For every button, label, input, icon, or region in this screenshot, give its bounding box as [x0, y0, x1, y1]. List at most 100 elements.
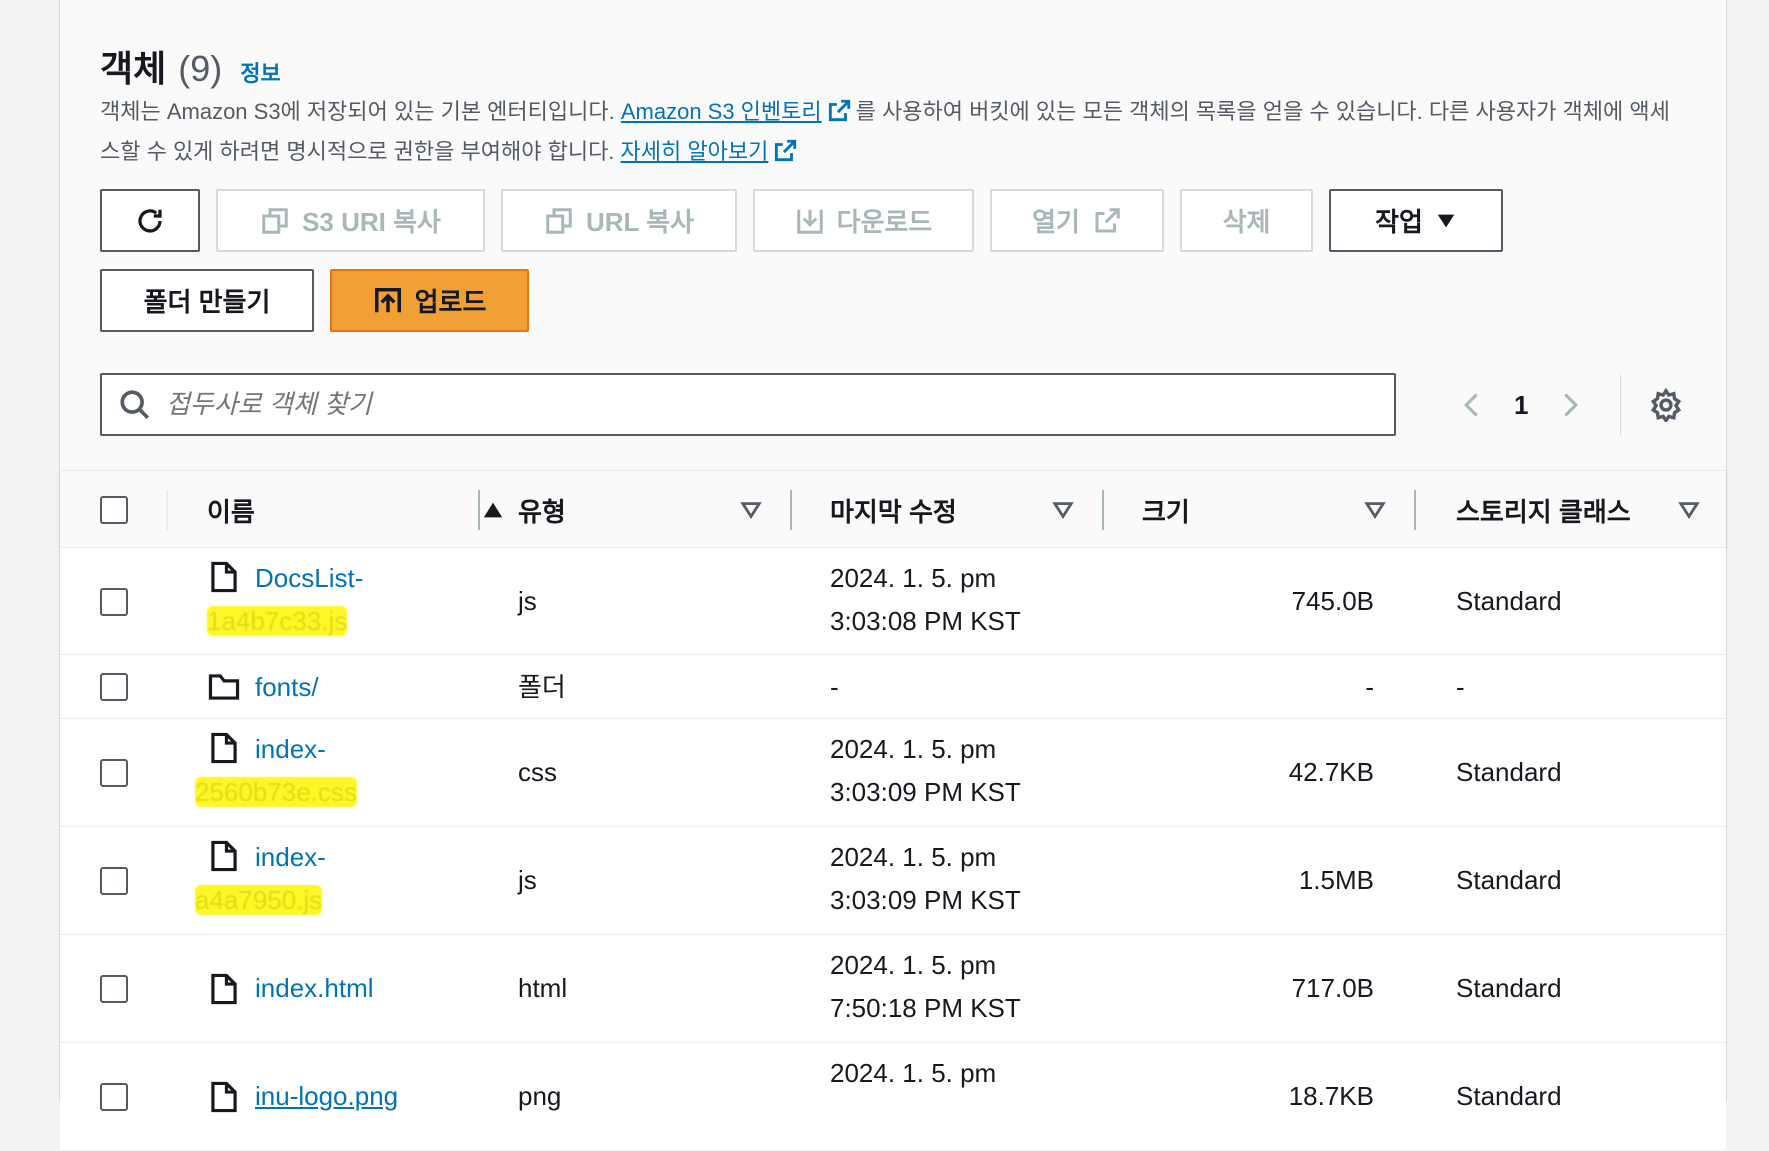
download-button[interactable]: 다운로드 [753, 189, 974, 252]
actions-label: 작업 [1375, 207, 1423, 237]
column-type-label: 유형 [518, 496, 566, 527]
refresh-button[interactable] [100, 189, 200, 252]
object-name-link[interactable]: index- [255, 727, 326, 771]
upload-button[interactable]: 업로드 [330, 269, 529, 332]
row-checkbox[interactable] [100, 975, 128, 1003]
actions-dropdown[interactable]: 작업 [1329, 189, 1503, 252]
modified-date: 2024. 1. 5. pm [830, 950, 997, 980]
file-icon [211, 561, 237, 593]
sort-icon [740, 502, 762, 519]
row-checkbox[interactable] [100, 588, 128, 616]
open-label: 열기 [1032, 207, 1080, 237]
row-checkbox[interactable] [100, 759, 128, 787]
search-input[interactable] [166, 389, 1366, 420]
table-row[interactable]: index- 2560b73e.css css 2024. 1. 5. pm 3… [60, 719, 1726, 827]
object-type: 폴더 [518, 672, 566, 702]
object-type: js [518, 586, 537, 616]
sort-icon [1052, 502, 1074, 519]
object-size: 1.5MB [1298, 865, 1374, 895]
modified-time: 3:03:08 PM KST [830, 606, 1021, 636]
page-title: 객체 [100, 48, 167, 89]
column-storage-class[interactable]: 스토리지 클래스 [1456, 471, 1728, 549]
info-link[interactable]: 정보 [240, 56, 280, 88]
sort-ascending-icon [483, 502, 503, 518]
search-icon [120, 389, 150, 419]
modified-time: 7:50:18 PM KST [830, 993, 1021, 1023]
column-size[interactable]: 크기 [1142, 471, 1414, 549]
table-header: 이름 유형 마지막 수정 크기 스토리지 클래스 [60, 470, 1726, 548]
object-size: 42.7KB [1288, 757, 1374, 787]
file-icon [211, 840, 237, 872]
object-size: 745.0B [1291, 586, 1374, 616]
copy-s3-uri-button[interactable]: S3 URI 복사 [216, 189, 485, 252]
copy-icon [546, 207, 572, 234]
row-checkbox[interactable] [100, 673, 128, 701]
download-icon [796, 209, 823, 234]
column-name-label: 이름 [207, 496, 255, 527]
object-name-line1: index- [255, 734, 326, 764]
table-row[interactable]: index- a4a7950.js js 2024. 1. 5. pm 3:03… [60, 827, 1726, 935]
row-checkbox[interactable] [100, 1083, 128, 1111]
object-size: 18.7KB [1288, 1081, 1374, 1111]
table-row[interactable]: fonts/ 폴더 - - - [60, 655, 1726, 719]
sort-icon [1678, 502, 1700, 519]
object-size: - [1365, 672, 1374, 702]
folder-icon [208, 674, 240, 700]
column-modified[interactable]: 마지막 수정 [830, 471, 1102, 549]
learn-more-link[interactable]: 자세히 알아보기 [621, 139, 803, 164]
table-row[interactable]: inu-logo.png png 2024. 1. 5. pm 18.7KB S… [60, 1043, 1726, 1151]
external-link-icon [775, 139, 797, 162]
delete-label: 삭제 [1222, 207, 1271, 237]
storage-class: Standard [1456, 586, 1562, 616]
storage-class: Standard [1456, 973, 1562, 1003]
object-name-link-line2[interactable]: 1a4b7c33.js [207, 599, 348, 643]
delete-button[interactable]: 삭제 [1180, 189, 1313, 252]
modified-date: 2024. 1. 5. pm [830, 842, 997, 872]
column-separator [166, 490, 168, 530]
object-name-line1: DocsList- [255, 563, 364, 593]
object-name-link-line2[interactable]: 2560b73e.css [195, 770, 357, 814]
row-checkbox[interactable] [100, 867, 128, 895]
redacted-filename: 2560b73e.css [195, 777, 357, 807]
object-count: (9) [178, 48, 223, 89]
column-separator [478, 490, 480, 530]
object-name-line1: index- [255, 842, 326, 872]
page-number[interactable]: 1 [1514, 390, 1528, 421]
modified-date: 2024. 1. 5. pm [830, 1058, 997, 1088]
select-all-checkbox[interactable] [100, 496, 128, 524]
gear-icon[interactable] [1649, 388, 1683, 422]
object-name-link-line2[interactable]: a4a7950.js [195, 878, 323, 922]
inventory-link-label: Amazon S3 인벤토리 [620, 99, 822, 124]
column-separator [1414, 490, 1416, 530]
table-row[interactable]: DocsList- 1a4b7c33.js js 2024. 1. 5. pm … [60, 548, 1726, 655]
object-name-link[interactable]: DocsList- [255, 556, 363, 600]
file-icon [211, 1081, 237, 1113]
object-name-link[interactable]: index.html [255, 966, 374, 1010]
table-row[interactable]: index.html html 2024. 1. 5. pm 7:50:18 P… [60, 935, 1726, 1043]
upload-label: 업로드 [414, 287, 487, 317]
modified-time: 3:03:09 PM KST [830, 885, 1021, 915]
redacted-filename: a4a7950.js [195, 885, 323, 915]
chevron-left-icon[interactable] [1458, 391, 1486, 419]
title-row: 객체 (9) 정보 [100, 40, 281, 92]
column-size-label: 크기 [1142, 496, 1190, 527]
object-name-link[interactable]: inu-logo.png [255, 1074, 398, 1118]
external-link-icon [828, 99, 850, 122]
pagination: 1 [1458, 375, 1683, 435]
search-box[interactable] [100, 373, 1396, 436]
folder-name-link[interactable]: fonts/ [255, 665, 319, 709]
create-folder-button[interactable]: 폴더 만들기 [100, 269, 314, 332]
object-size: 717.0B [1291, 973, 1374, 1003]
modified-date: 2024. 1. 5. pm [830, 563, 997, 593]
inventory-link[interactable]: Amazon S3 인벤토리 [621, 99, 856, 124]
copy-url-button[interactable]: URL 복사 [501, 189, 737, 252]
file-icon [211, 973, 237, 1005]
chevron-right-icon[interactable] [1556, 391, 1584, 419]
column-name[interactable]: 이름 [207, 471, 532, 549]
object-name-link[interactable]: index- [255, 835, 326, 879]
file-icon [211, 732, 237, 764]
redacted-filename: 1a4b7c33.js [207, 606, 348, 636]
open-button[interactable]: 열기 [990, 189, 1164, 252]
modified-date: - [830, 672, 839, 702]
column-type[interactable]: 유형 [518, 471, 790, 549]
